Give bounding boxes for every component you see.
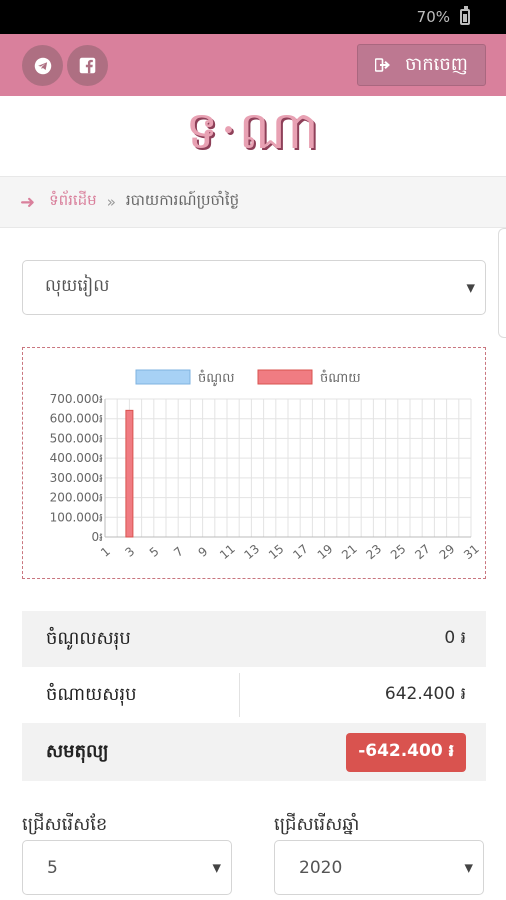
- chart-y-tick-label: 300.000៛: [50, 471, 104, 485]
- income-total-label: ចំណូលសរុប: [46, 627, 131, 649]
- chart-x-tick-label: 23: [363, 542, 384, 563]
- daily-chart: 0៛ 100.000៛ 200.000៛ 300.000៛ 400.000៛ 500.00…: [22, 347, 486, 579]
- income-total-row: ចំណូលសរុប 0 ៛: [22, 611, 486, 667]
- app-logo: ទ·ណា: [185, 101, 321, 161]
- chart-y-tick-label: 0៛: [92, 530, 104, 544]
- scroll-indicator[interactable]: [498, 228, 506, 338]
- breadcrumb: ➜ ទំព័រដើម » របាយការណ៍ប្រចាំថ្ងៃ: [0, 176, 506, 228]
- currency-select-value: លុយរៀល: [45, 276, 110, 296]
- chart-x-tick-label: 27: [412, 542, 433, 563]
- chart-x-tick-label: 15: [266, 542, 287, 563]
- month-filter-label: ជ្រើសរើសខែ: [22, 814, 108, 835]
- chart-y-tick-label: 600.000៛: [50, 412, 104, 426]
- expense-total-value: 642.400 ៛: [384, 683, 466, 704]
- chart-x-tick-label: 31: [461, 542, 482, 563]
- summary-table: ចំណូលសរុប 0 ៛ ចំណាយសរុប 642.400 ៛ សមតុល្…: [22, 611, 486, 781]
- chart-x-tick-label: 17: [290, 542, 311, 563]
- month-select[interactable]: 5 ▼: [22, 840, 232, 895]
- balance-label: សមតុល្យ: [46, 740, 109, 762]
- chart-x-tick-label: 3: [122, 544, 137, 560]
- chart-x-tick-label: 7: [171, 544, 186, 560]
- breadcrumb-home-link[interactable]: ទំព័រដើម: [49, 191, 97, 213]
- chart-x-tick-label: 29: [437, 542, 458, 563]
- expense-total-label: ចំណាយសរុប: [46, 683, 137, 705]
- chart-x-tick-label: 9: [196, 544, 211, 560]
- year-select[interactable]: 2020 ▼: [274, 840, 484, 895]
- caret-down-icon: ▼: [212, 861, 221, 874]
- chart-x-tick-label: 25: [388, 542, 409, 563]
- logout-button[interactable]: ចាកចេញ: [357, 44, 486, 86]
- month-select-value: 5: [47, 857, 58, 878]
- facebook-button[interactable]: [67, 45, 108, 86]
- telegram-button[interactable]: [22, 45, 63, 86]
- chart-x-tick-label: 11: [217, 542, 238, 563]
- breadcrumb-separator: »: [106, 193, 116, 211]
- logout-label: ចាកចេញ: [405, 53, 468, 75]
- income-total-value: 0 ៛: [444, 627, 466, 648]
- chart-legend-label: ចំណូល: [198, 369, 235, 387]
- balance-badge: -642.400 ៛: [346, 732, 466, 772]
- status-bar: 70%: [0, 0, 506, 34]
- telegram-icon: [34, 57, 51, 74]
- logout-icon: [375, 58, 391, 72]
- breadcrumb-current: របាយការណ៍ប្រចាំថ្ងៃ: [125, 191, 240, 209]
- chart-x-tick-label: 13: [241, 542, 262, 563]
- battery-percent: 70%: [416, 8, 450, 26]
- chart-legend-swatch: [257, 369, 313, 385]
- caret-down-icon: ▼: [466, 281, 475, 294]
- caret-down-icon: ▼: [464, 861, 473, 874]
- chart-y-tick-label: 400.000៛: [50, 451, 104, 465]
- chart-y-tick-label: 700.000៛: [50, 392, 104, 406]
- chart-y-tick-label: 500.000៛: [50, 431, 104, 445]
- chart-legend-label: ចំណាយ: [320, 369, 361, 386]
- year-filter-label: ជ្រើសរើសឆ្នាំ: [274, 814, 360, 835]
- chart-y-tick-label: 200.000៛: [50, 491, 104, 505]
- balance-row: សមតុល្យ -642.400 ៛: [22, 723, 486, 781]
- year-select-value: 2020: [299, 857, 343, 878]
- currency-select[interactable]: លុយរៀល ▼: [22, 260, 486, 315]
- chart-x-tick-label: 1: [98, 544, 113, 560]
- logo-area: ទ·ណា: [0, 96, 506, 176]
- chart-bar: [125, 409, 134, 538]
- row-divider: [239, 673, 240, 717]
- chart-canvas: 0៛ 100.000៛ 200.000៛ 300.000៛ 400.000៛ 500.00…: [50, 369, 482, 563]
- chart-y-tick-label: 100.000៛: [50, 510, 104, 524]
- chart-x-tick-label: 5: [147, 544, 162, 560]
- chart-x-tick-label: 19: [315, 542, 336, 563]
- chart-x-tick-label: 21: [339, 542, 360, 563]
- battery-icon: [460, 6, 470, 25]
- expense-total-row: ចំណាយសរុប 642.400 ៛: [22, 667, 486, 723]
- chart-legend-swatch: [135, 369, 191, 385]
- back-arrow-icon[interactable]: ➜: [20, 192, 35, 213]
- facebook-icon: [79, 57, 96, 74]
